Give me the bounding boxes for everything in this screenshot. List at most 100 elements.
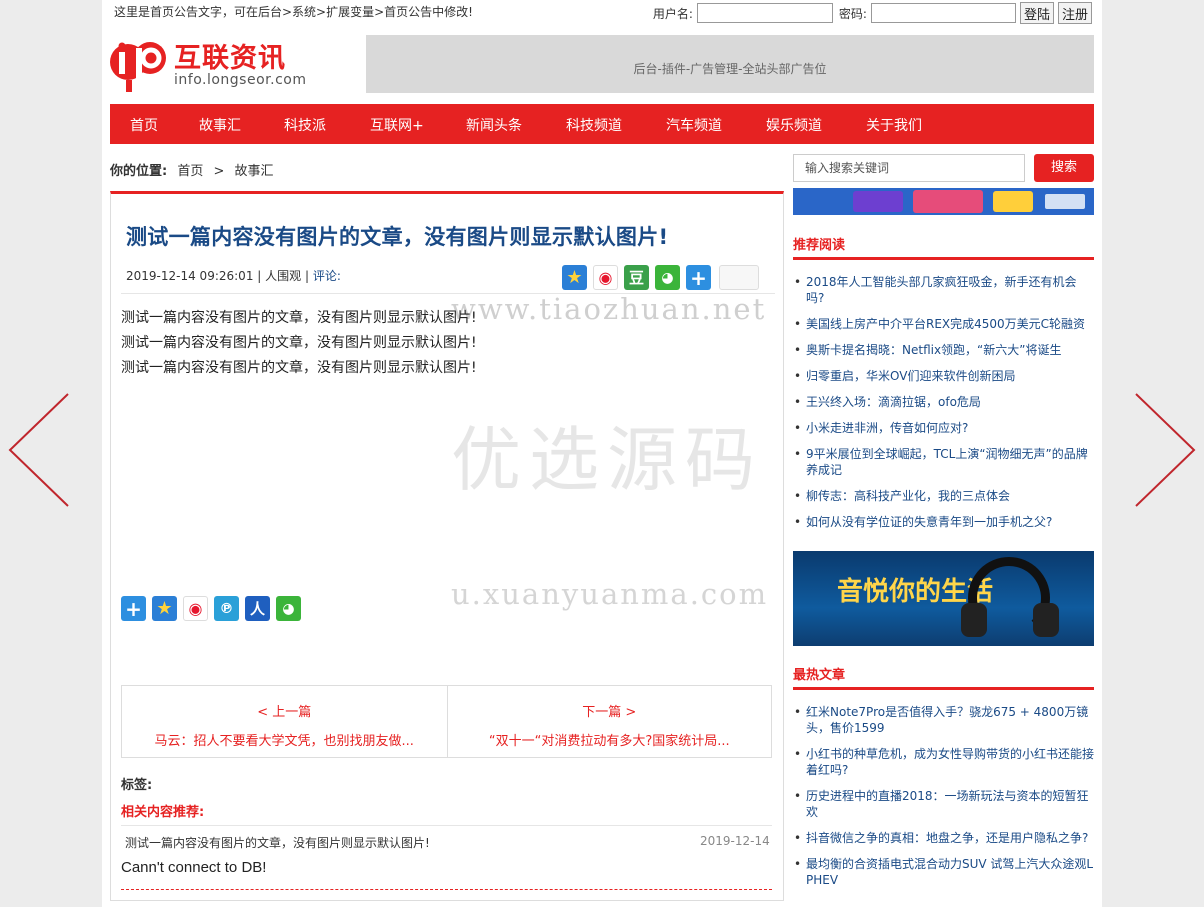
nav-item-internet-plus[interactable]: 互联网+ [370, 115, 424, 135]
next-title[interactable]: “双十一“对消费拉动有多大?国家统计局... [448, 730, 772, 749]
list-item[interactable]: 归零重启，华米OV们迎来软件创新困局 [793, 368, 1094, 384]
more-plus-icon[interactable]: + [686, 265, 711, 290]
list-item[interactable]: 如何从没有学位证的失意青年到一加手机之父? [793, 514, 1094, 530]
wechat-icon[interactable]: ◕ [655, 265, 680, 290]
list-item[interactable]: 王兴终入场：滴滴拉锯，ofo危局 [793, 394, 1094, 410]
login-button[interactable]: 登陆 [1019, 2, 1054, 24]
prev-title[interactable]: 马云：招人不要看大学文凭，也别找朋友做... [122, 730, 447, 749]
hot-divider [793, 687, 1094, 690]
list-item[interactable]: 奥斯卡提名揭晓：Netflix领跑，“新六大”将诞生 [793, 342, 1094, 358]
qzone-icon[interactable]: ★ [562, 265, 587, 290]
related-heading: 相关内容推荐: [121, 805, 205, 820]
nav-item-tech-channel[interactable]: 科技频道 [566, 115, 622, 135]
douban-icon[interactable]: 豆 [624, 265, 649, 290]
wechat-icon[interactable]: ◕ [276, 596, 301, 621]
prev-arrow-icon[interactable] [6, 390, 76, 510]
main-nav: 首页 故事汇 科技派 互联网+ 新闻头条 科技频道 汽车频道 娱乐频道 关于我们 [110, 104, 1094, 144]
share-count-box [719, 265, 759, 290]
more-plus-icon[interactable]: + [121, 596, 146, 621]
header-ad-banner[interactable]: 后台-插件-广告管理-全站头部广告位 [366, 35, 1094, 93]
promo-shape [993, 191, 1033, 212]
share-bar-top: ★ ◉ 豆 ◕ + [562, 265, 759, 290]
list-item[interactable]: 红米Note7Pro是否值得入手？骁龙675 + 4800万镜头，售价1599 [793, 704, 1094, 736]
headphones-cup-right [1033, 603, 1059, 637]
search-button[interactable]: 搜索 [1034, 154, 1094, 182]
promo-shape [1045, 194, 1085, 209]
list-item[interactable]: 抖音微信之争的真相：地盘之争，还是用户隐私之争? [793, 830, 1094, 846]
prev-article[interactable]: < 上一篇 马云：招人不要看大学文凭，也别找朋友做... [122, 686, 447, 757]
register-button[interactable]: 注册 [1057, 2, 1092, 24]
article-datetime: 2019-12-14 09:26:01 [126, 269, 254, 283]
article-views: 人围观 [265, 269, 302, 283]
nav-item-entertainment[interactable]: 娱乐频道 [766, 115, 822, 135]
topbar: 这里是首页公告文字，可在后台>系统>扩展变量>首页公告中修改! 用户名: 密码:… [102, 0, 1102, 26]
next-arrow-icon[interactable] [1128, 390, 1198, 510]
hot-heading: 最热文章 [793, 668, 846, 683]
list-item[interactable]: 柳传志：高科技产业化，我的三点体会 [793, 488, 1094, 504]
breadcrumb-label: 你的位置: [110, 164, 168, 179]
nav-item-tech-pie[interactable]: 科技派 [284, 115, 326, 135]
nav-item-auto-channel[interactable]: 汽车频道 [666, 115, 722, 135]
nav-item-headlines[interactable]: 新闻头条 [466, 115, 522, 135]
weibo-icon[interactable]: ◉ [593, 265, 618, 290]
share-bar-bottom: + ★ ◉ ℗ 人 ◕ [121, 596, 301, 621]
announcement-text: 这里是首页公告文字，可在后台>系统>扩展变量>首页公告中修改! [114, 5, 473, 19]
breadcrumb: 你的位置: 首页 > 故事汇 [110, 160, 274, 179]
qzone-icon[interactable]: ★ [152, 596, 177, 621]
promo-shape [913, 190, 983, 213]
weibo-icon[interactable]: ◉ [183, 596, 208, 621]
password-input[interactable] [870, 3, 1016, 23]
site-logo[interactable]: 互联资讯 info.longseor.com [110, 36, 320, 94]
list-item[interactable]: 最均衡的合资插电式混合动力SUV 试驾上汽大众途观L PHEV [793, 856, 1094, 888]
watermark-brand: 优选源码 [451, 419, 763, 501]
article-paragraph: 测试一篇内容没有图片的文章，没有图片则显示默认图片! [121, 335, 477, 351]
prev-label: < 上一篇 [257, 705, 312, 720]
page: 这里是首页公告文字，可在后台>系统>扩展变量>首页公告中修改! 用户名: 密码:… [102, 0, 1102, 907]
hot-list: 红米Note7Pro是否值得入手？骁龙675 + 4800万镜头，售价1599 … [793, 704, 1094, 898]
meta-divider [121, 293, 775, 294]
nav-item-home[interactable]: 首页 [130, 115, 158, 135]
headphones-cup-left [961, 603, 987, 637]
related-item-date: 2019-12-14 [700, 834, 770, 848]
breadcrumb-home[interactable]: 首页 [177, 164, 203, 179]
username-input[interactable] [696, 3, 833, 23]
article-title: 测试一篇内容没有图片的文章，没有图片则显示默认图片! [126, 225, 669, 249]
search-input[interactable]: 输入搜索关键词 [793, 154, 1025, 182]
sidebar-music-ad[interactable]: 音悦你的生活 [793, 551, 1094, 646]
article-paragraph: 测试一篇内容没有图片的文章，没有图片则显示默认图片! [121, 310, 477, 326]
article-body: 测试一篇内容没有图片的文章，没有图片则显示默认图片! 测试一篇内容没有图片的文章… [121, 306, 477, 381]
username-label: 用户名: [652, 6, 693, 21]
tags-label: 标签: [121, 778, 153, 793]
article-comment-link[interactable]: 评论: [313, 269, 341, 283]
logo-domain: info.longseor.com [174, 72, 307, 88]
list-item[interactable]: 历史进程中的直播2018：一场新玩法与资本的短暂狂欢 [793, 788, 1094, 820]
logo-text: 互联资讯 [174, 43, 286, 74]
sidebar-promo-banner[interactable] [793, 188, 1094, 215]
recommend-list: 2018年人工智能头部几家疯狂吸金，新手还有机会吗? 美国线上房产中介平台REX… [793, 274, 1094, 540]
renren-icon[interactable]: 人 [245, 596, 270, 621]
breadcrumb-current[interactable]: 故事汇 [235, 164, 274, 179]
article-meta: 2019-12-14 09:26:01 | 人围观 | 评论: [126, 269, 341, 283]
watermark-url-1: www.tiaozhuan.net [451, 292, 767, 326]
nav-item-about[interactable]: 关于我们 [866, 115, 922, 135]
list-item[interactable]: 美国线上房产中介平台REX完成4500万美元C轮融资 [793, 316, 1094, 332]
related-item-title[interactable]: 测试一篇内容没有图片的文章，没有图片则显示默认图片! [125, 834, 430, 851]
nav-item-stories[interactable]: 故事汇 [199, 115, 241, 135]
list-item[interactable]: 2018年人工智能头部几家疯狂吸金，新手还有机会吗? [793, 274, 1094, 306]
recommend-divider [793, 257, 1094, 260]
next-label: 下一篇 > [582, 705, 637, 720]
article-panel: www.tiaozhuan.net 优选源码 u.xuanyuanma.com … [110, 191, 784, 901]
password-label: 密码: [838, 6, 867, 21]
login-form: 用户名: 密码: 登陆 注册 [647, 2, 1092, 24]
dashed-divider [121, 889, 772, 890]
breadcrumb-separator: > [213, 164, 225, 179]
tencent-weibo-icon[interactable]: ℗ [214, 596, 239, 621]
list-item[interactable]: 小米走进非洲，传音如何应对? [793, 420, 1094, 436]
list-item[interactable]: 小红书的种草危机，成为女性导购带货的小红书还能接着红吗? [793, 746, 1094, 778]
next-article[interactable]: 下一篇 > “双十一“对消费拉动有多大?国家统计局... [446, 686, 772, 757]
watermark-url-2: u.xuanyuanma.com [451, 577, 769, 611]
logo-ip-icon [110, 42, 166, 92]
recommend-heading: 推荐阅读 [793, 238, 846, 253]
list-item[interactable]: 9平米展位到全球崛起，TCL上演“润物细无声”的品牌养成记 [793, 446, 1094, 478]
related-divider [121, 825, 772, 826]
